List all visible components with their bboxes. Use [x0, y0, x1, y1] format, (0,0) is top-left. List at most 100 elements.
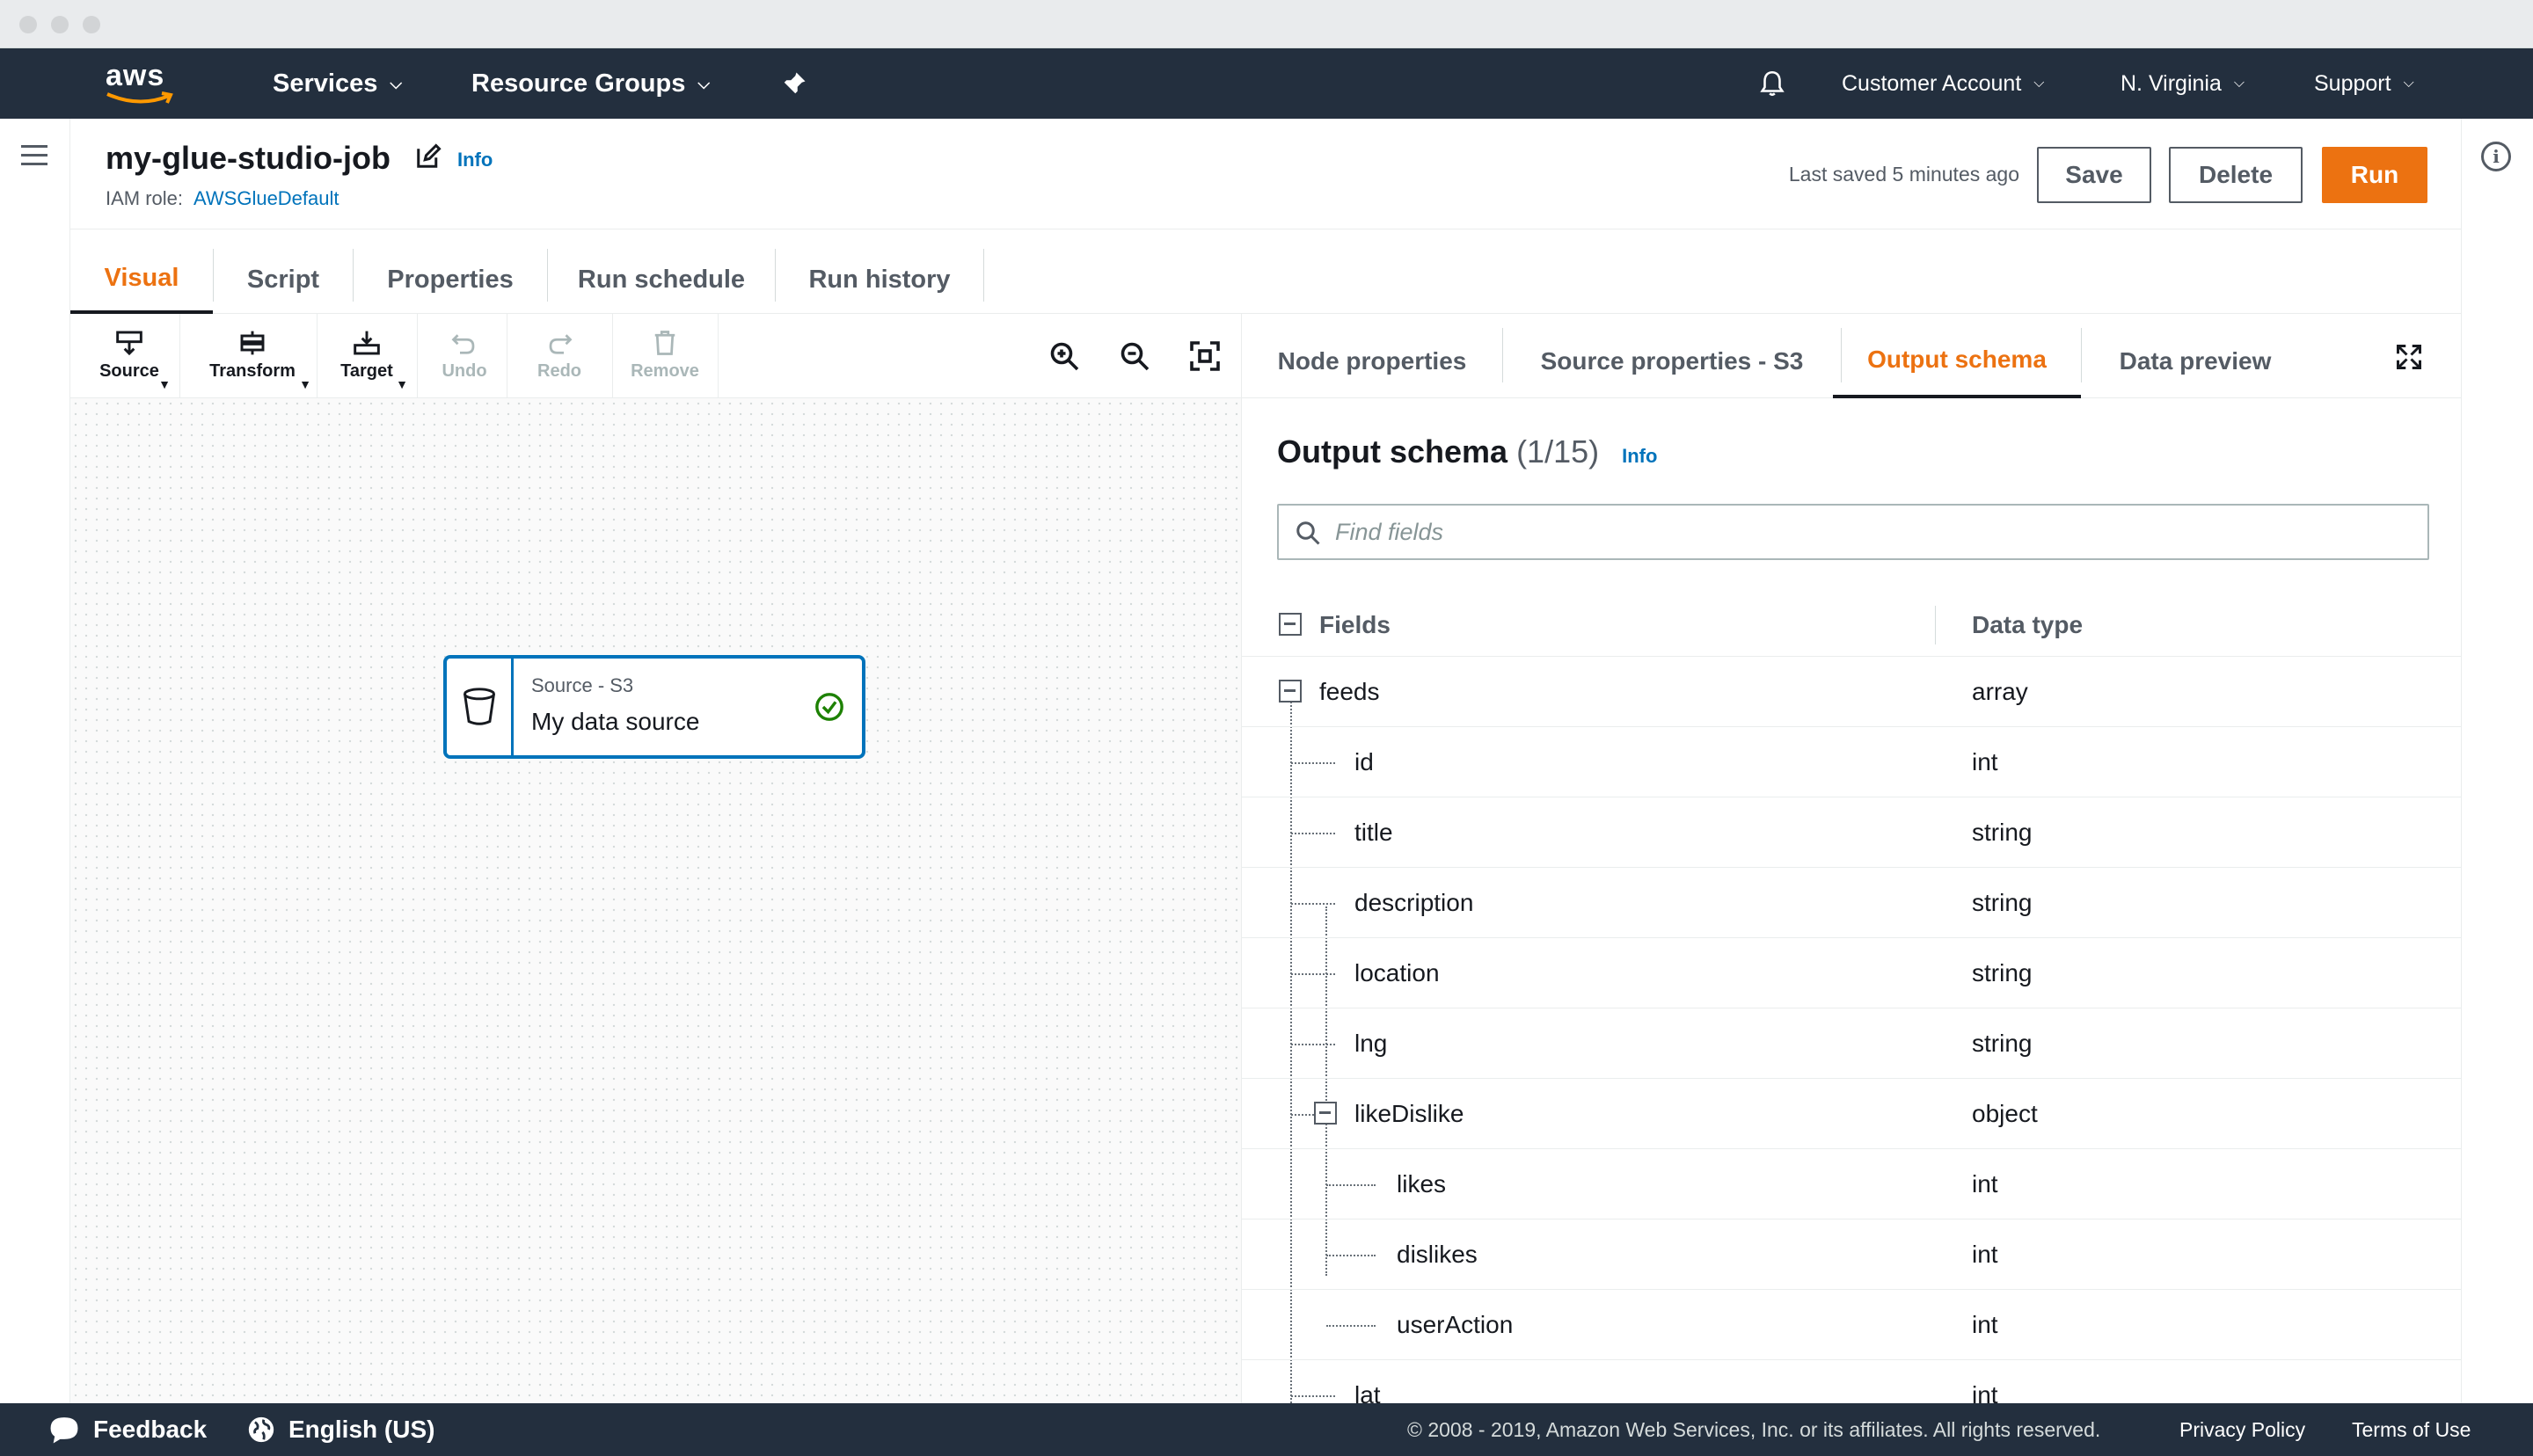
collapse-icon[interactable]: [1279, 680, 1302, 703]
table-row[interactable]: lat int: [1242, 1360, 2461, 1403]
privacy-policy-link[interactable]: Privacy Policy: [2179, 1403, 2305, 1456]
remove-label: Remove: [631, 361, 699, 381]
remove-button[interactable]: Remove: [623, 330, 707, 388]
transform-label: Transform: [209, 361, 296, 381]
table-row[interactable]: description string: [1242, 868, 2461, 938]
edit-icon[interactable]: [415, 143, 442, 170]
zoom-in-icon[interactable]: [1048, 340, 1080, 372]
info-circle-icon[interactable]: i: [2481, 142, 2511, 171]
redo-label: Redo: [537, 361, 581, 381]
source-button[interactable]: Source ▼: [90, 330, 171, 391]
window-minimize-button[interactable]: [51, 16, 69, 33]
zoom-out-icon[interactable]: [1119, 340, 1150, 372]
table-row[interactable]: id int: [1242, 727, 2461, 797]
window-close-button[interactable]: [19, 16, 37, 33]
notifications-bell-icon[interactable]: [1757, 48, 1787, 119]
window-maximize-button[interactable]: [83, 16, 100, 33]
field-name: likeDislike: [1354, 1100, 1464, 1127]
region-menu[interactable]: N. Virginia ⌵: [2121, 48, 2245, 119]
field-name: lng: [1354, 1030, 1388, 1057]
tab-visual[interactable]: Visual: [70, 245, 213, 314]
account-menu[interactable]: Customer Account ⌵: [1842, 48, 2044, 119]
right-rail: i: [2461, 119, 2533, 1403]
tab-output-schema[interactable]: Output schema: [1833, 324, 2081, 398]
find-fields-search[interactable]: [1277, 504, 2429, 560]
feedback-button[interactable]: Feedback: [47, 1403, 207, 1456]
run-button[interactable]: Run: [2322, 147, 2427, 203]
table-row[interactable]: dislikes int: [1242, 1219, 2461, 1290]
field-name: description: [1354, 889, 1474, 916]
tab-run-schedule[interactable]: Run schedule: [548, 245, 775, 314]
services-menu[interactable]: Services ⌵: [273, 48, 402, 119]
job-info-link[interactable]: Info: [457, 149, 493, 171]
field-name: location: [1354, 959, 1440, 986]
table-row[interactable]: location string: [1242, 938, 2461, 1008]
field-type: array: [1972, 678, 2028, 705]
hamburger-menu-icon[interactable]: [21, 145, 47, 166]
find-fields-input[interactable]: [1335, 514, 2408, 550]
iam-role-link[interactable]: AWSGlueDefault: [193, 187, 339, 209]
support-menu[interactable]: Support ⌵: [2314, 48, 2414, 119]
check-circle-icon: [815, 693, 843, 721]
target-label: Target: [340, 361, 393, 381]
table-row[interactable]: userAction int: [1242, 1290, 2461, 1360]
source-s3-node[interactable]: Source - S3 My data source: [443, 655, 865, 759]
job-canvas[interactable]: Source - S3 My data source: [70, 398, 1241, 1403]
page-header: my-glue-studio-job Info IAM role: AWSGlue…: [70, 119, 2461, 229]
transform-button[interactable]: Transform ▼: [195, 330, 311, 391]
collapse-icon[interactable]: [1314, 1102, 1337, 1125]
pin-icon[interactable]: [781, 48, 807, 119]
trash-icon: [654, 331, 675, 355]
undo-label: Undo: [442, 361, 487, 381]
tab-script[interactable]: Script: [214, 245, 353, 314]
resource-groups-label: Resource Groups: [471, 69, 686, 98]
terms-of-use-link[interactable]: Terms of Use: [2352, 1403, 2471, 1456]
chevron-down-icon: ⌵: [2033, 76, 2045, 91]
output-schema-count: (1/15): [1516, 433, 1600, 470]
copyright-text: © 2008 - 2019, Amazon Web Services, Inc.…: [1407, 1417, 2101, 1441]
table-row[interactable]: feeds array: [1242, 657, 2461, 727]
field-name: feeds: [1319, 678, 1380, 705]
tab-data-preview[interactable]: Data preview: [2082, 324, 2309, 398]
target-button[interactable]: Target ▼: [327, 330, 408, 391]
footer: Feedback English (US) © 2008 - 2019, Ama…: [0, 1403, 2533, 1456]
undo-icon: [451, 334, 475, 354]
aws-logo[interactable]: aws: [106, 59, 179, 108]
collapse-all-icon[interactable]: [1279, 613, 1302, 636]
job-title: my-glue-studio-job: [106, 140, 391, 176]
node-details-panel: Node properties Source properties - S3 O…: [1242, 314, 2461, 1403]
table-row[interactable]: title string: [1242, 797, 2461, 868]
iam-role-label: IAM role:: [106, 187, 184, 209]
target-icon: [354, 331, 380, 355]
node-type-label: Source - S3: [531, 674, 634, 696]
save-button[interactable]: Save: [2037, 147, 2151, 203]
source-label: Source: [99, 361, 159, 381]
resource-groups-menu[interactable]: Resource Groups ⌵: [471, 48, 710, 119]
output-schema-info-link[interactable]: Info: [1622, 445, 1657, 467]
tab-source-properties[interactable]: Source properties - S3: [1503, 324, 1841, 398]
delete-button[interactable]: Delete: [2169, 147, 2303, 203]
field-type: string: [1972, 959, 2033, 986]
caret-down-icon: ▼: [299, 377, 311, 391]
fields-column-header: Fields: [1319, 611, 1391, 638]
tab-run-history[interactable]: Run history: [776, 245, 983, 314]
language-selector[interactable]: English (US): [246, 1403, 434, 1456]
node-name-label: My data source: [531, 708, 700, 735]
globe-icon: [248, 1416, 274, 1443]
undo-button[interactable]: Undo: [429, 330, 500, 388]
canvas-toolbar: Source ▼ Transform ▼ Target ▼ Undo Redo …: [70, 314, 1241, 398]
aws-smile-icon: [106, 91, 173, 104]
tab-properties[interactable]: Properties: [354, 245, 547, 314]
table-row[interactable]: likes int: [1242, 1149, 2461, 1219]
fit-to-screen-icon[interactable]: [1189, 340, 1221, 372]
chat-bubble-icon: [50, 1417, 78, 1444]
field-name: likes: [1397, 1170, 1447, 1198]
output-schema-title: Output schema: [1277, 433, 1508, 470]
node-details-tabs: Node properties Source properties - S3 O…: [1242, 314, 2461, 398]
field-name: id: [1354, 748, 1374, 775]
redo-button[interactable]: Redo: [524, 330, 595, 388]
expand-icon[interactable]: [2396, 344, 2422, 370]
tab-node-properties[interactable]: Node properties: [1242, 324, 1502, 398]
table-row[interactable]: lng string: [1242, 1008, 2461, 1079]
table-row[interactable]: likeDislike object: [1242, 1079, 2461, 1149]
